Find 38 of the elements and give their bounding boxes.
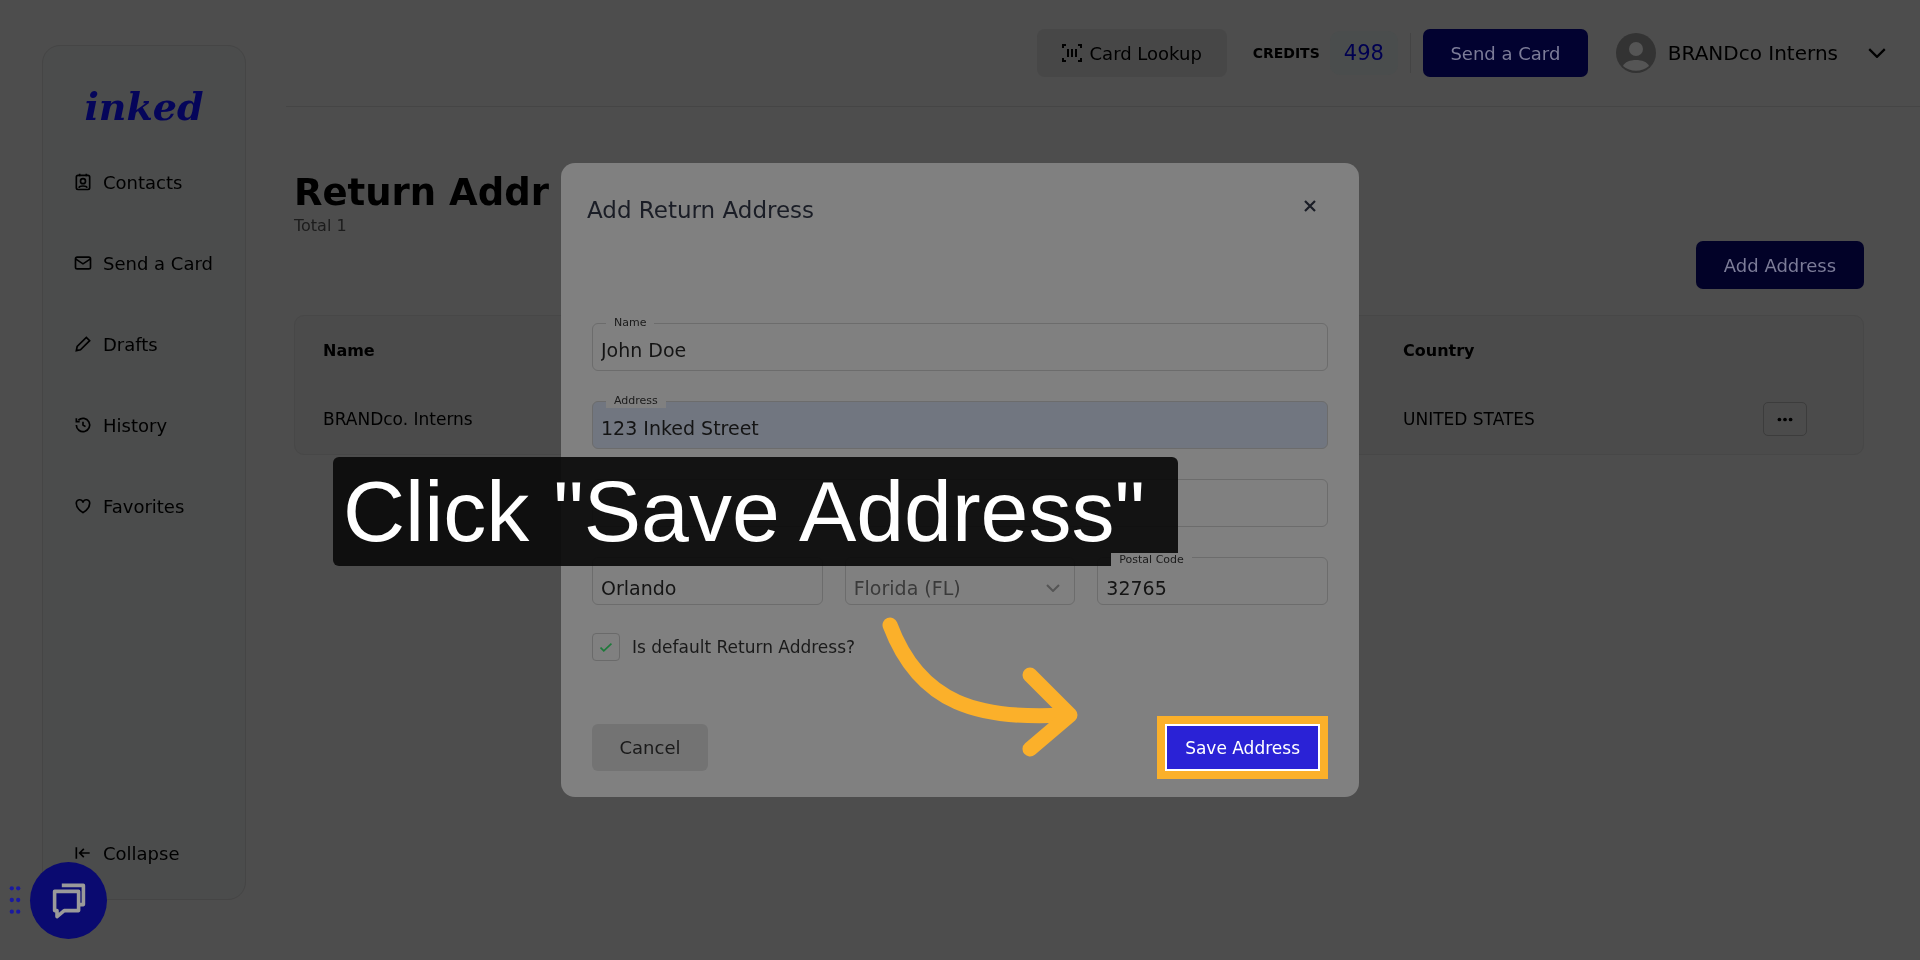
sidebar-item[interactable]: Send a Card <box>73 245 213 281</box>
table-cell: UNITED STATES <box>1403 409 1535 429</box>
checkmark-icon <box>600 642 612 652</box>
barcode-icon <box>1061 44 1082 62</box>
page-title: Return Addr <box>294 171 549 214</box>
close-icon[interactable] <box>1302 198 1318 214</box>
checkbox-label: Is default Return Address? <box>632 637 856 657</box>
chevron-down-icon <box>1046 584 1061 592</box>
sidebar-item[interactable]: History <box>73 407 168 443</box>
chat-bubbles-icon <box>51 882 86 919</box>
credits-label: CREDITS <box>1252 45 1320 61</box>
column-header: Country <box>1403 340 1475 360</box>
history-icon <box>73 415 93 435</box>
envelope-icon <box>73 253 93 273</box>
pencil-icon <box>73 334 93 354</box>
chevron-down-icon[interactable] <box>1868 48 1886 58</box>
contact-card-icon <box>73 172 93 192</box>
sidebar-item[interactable]: Drafts <box>73 326 158 362</box>
cancel-button[interactable]: Cancel <box>592 724 708 771</box>
logo[interactable]: inked <box>84 84 204 134</box>
field-label: Address <box>606 394 666 408</box>
heart-icon <box>73 496 93 516</box>
card-lookup-button[interactable]: Card Lookup <box>1036 29 1227 77</box>
avatar-icon[interactable] <box>1615 33 1656 73</box>
collapse-button[interactable]: Collapse <box>73 835 180 871</box>
column-header: Name <box>323 340 375 360</box>
user-name[interactable]: BRANDco Interns <box>1667 41 1838 65</box>
add-address-button[interactable]: Add Address <box>1696 241 1864 289</box>
more-icon <box>1777 416 1793 422</box>
more-button[interactable] <box>1763 402 1807 436</box>
checkbox[interactable] <box>592 633 620 661</box>
sidebar-item[interactable]: Contacts <box>73 164 183 200</box>
dialog-title: Add Return Address <box>587 197 815 223</box>
table-cell: BRANDco. Interns <box>323 409 473 429</box>
drag-handle-icon[interactable] <box>8 884 22 916</box>
field-label: Postal Code <box>1111 553 1192 567</box>
sidebar-item[interactable]: Favorites <box>73 488 185 524</box>
send-card-button[interactable]: Send a Card <box>1422 29 1588 77</box>
